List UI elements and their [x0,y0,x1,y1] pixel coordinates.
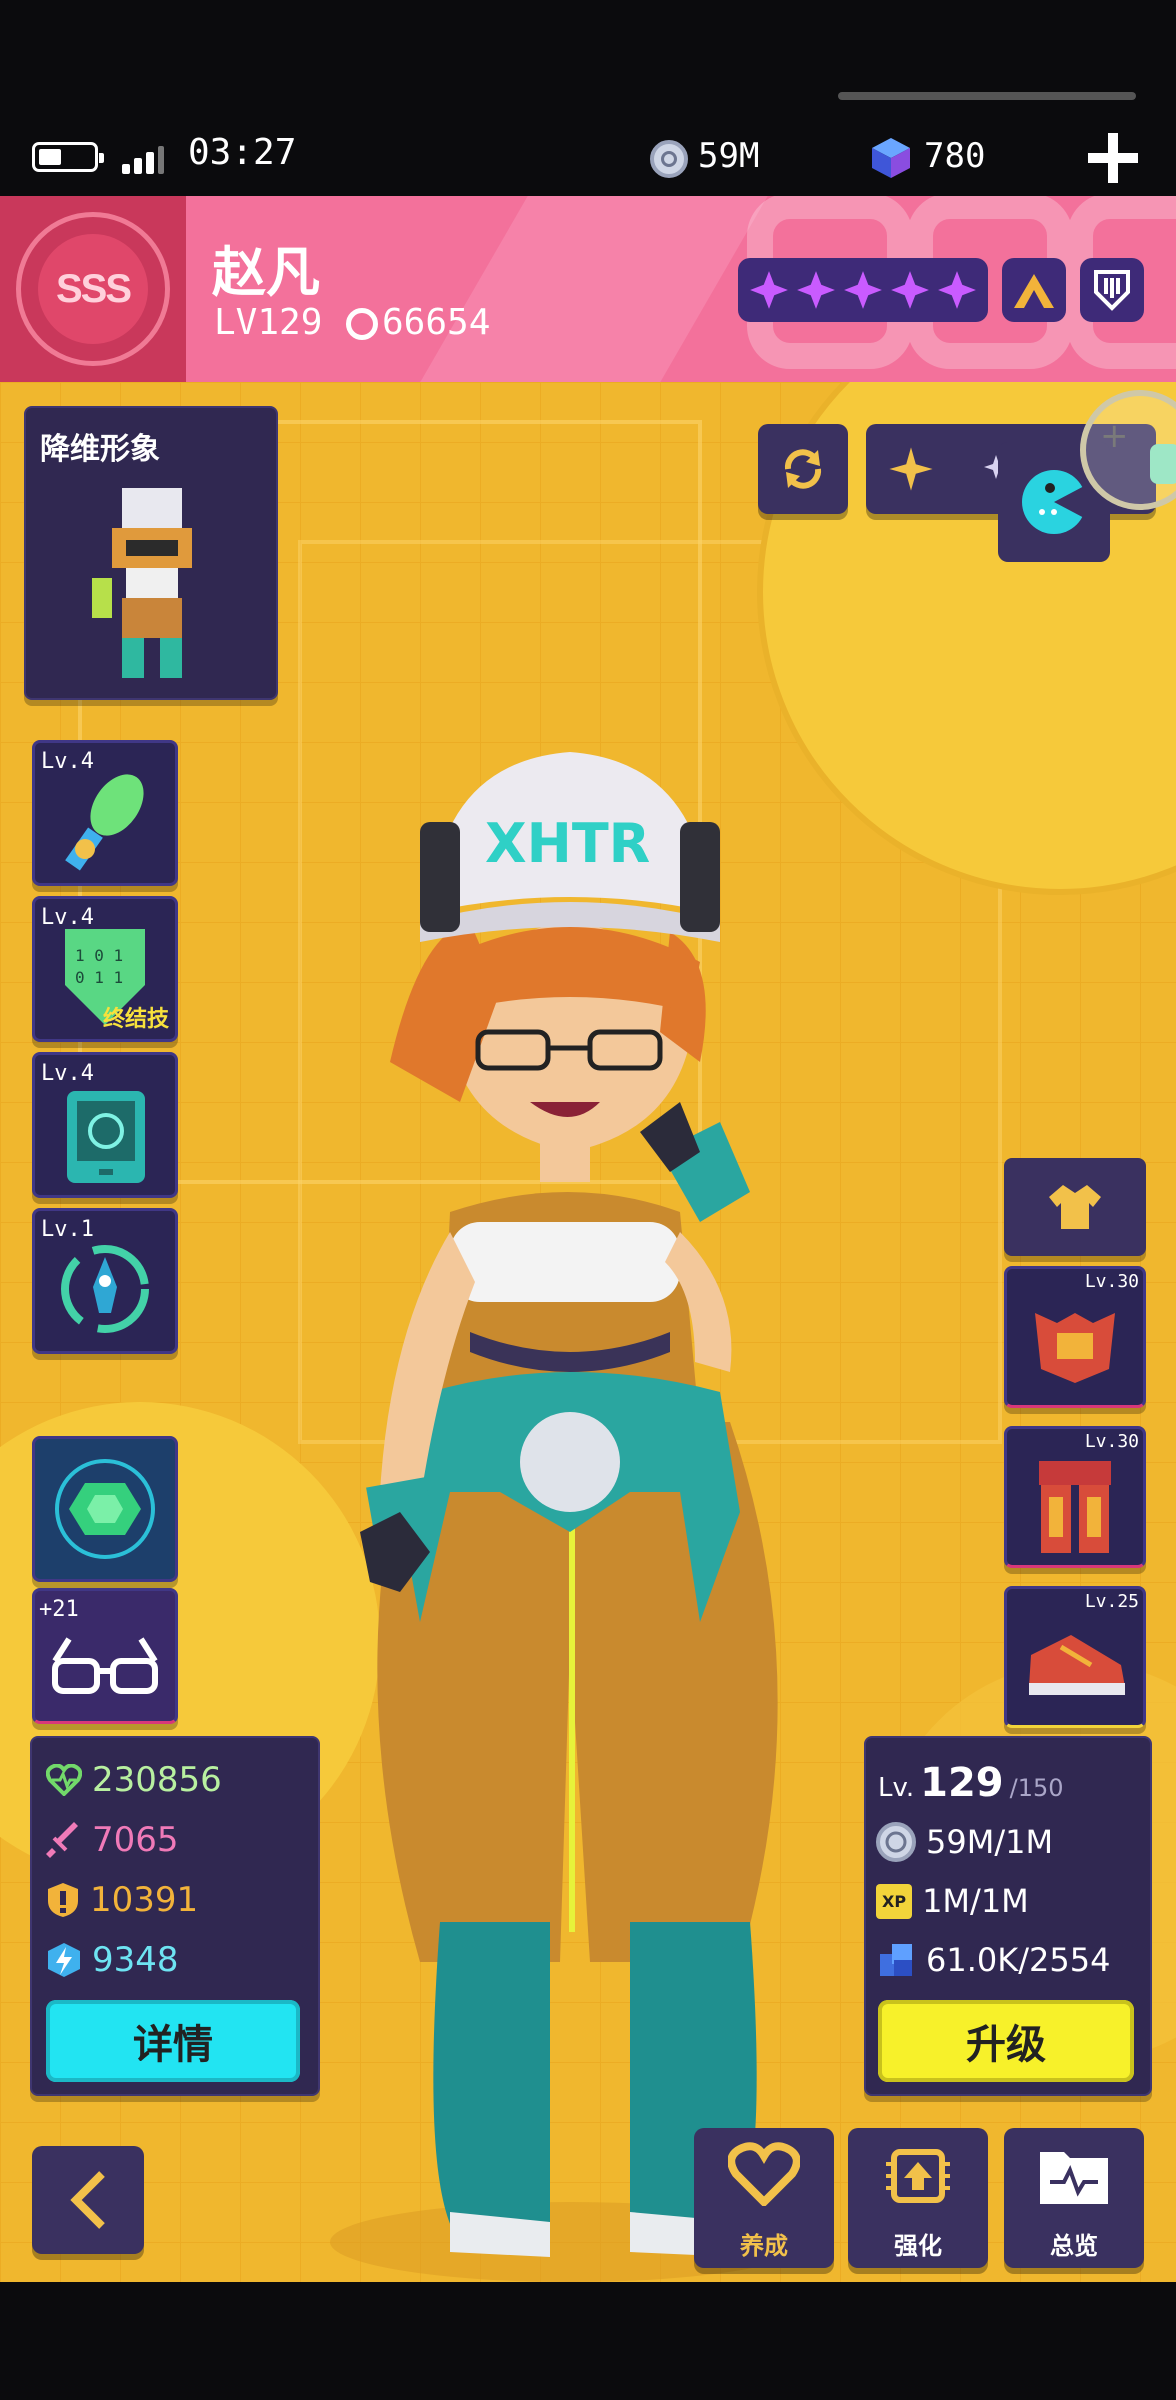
glasses-icon [52,1637,158,1694]
character-level: LV129 [214,302,323,343]
star-icon [844,271,882,309]
pacman-bubble-icon [1022,470,1088,534]
heart-icon [728,2142,800,2206]
cube-cost: 61.0K/2554 [876,1940,1110,1980]
coin-icon [876,1822,916,1862]
rank-badge: SSS [16,212,170,366]
ultimate-tag: 终结技 [102,1007,169,1032]
rocket-cycle-icon [61,1245,149,1333]
train-button[interactable]: 养成 [694,2128,834,2268]
equipment-chest-slot[interactable]: Lv.30 [1004,1266,1146,1408]
train-label: 养成 [740,2232,788,2260]
battery-icon [32,142,104,172]
star-rating [738,258,988,322]
upgrade-button[interactable]: 升级 [878,2000,1134,2082]
energy-stat: 9348 [46,1940,179,1980]
skill-slot-1[interactable]: Lv.4 [32,740,178,886]
coin-cost: 59M/1M [876,1822,1053,1862]
chevron-left-icon [70,2171,105,2229]
overview-label: 总览 [1050,2232,1098,2260]
faction-badge-button[interactable] [1080,258,1144,322]
character-stage: 降维形象 + Lv.4 Lv.4 1 0 1 0 1 1 终结技 Lv.4 Lv… [0,382,1176,2282]
skill-slot-2[interactable]: Lv.4 1 0 1 0 1 1 终结技 [32,896,178,1042]
attack-stat: 7065 [46,1820,179,1860]
blue-cubes-icon [880,1944,912,1976]
minus-icon [1150,444,1176,484]
sparkle-icon [889,447,933,491]
signal-icon [122,144,164,174]
pixel-portrait-panel[interactable]: 降维形象 [24,406,278,700]
shirt-icon [1049,1185,1101,1229]
equipment-legs-slot[interactable]: Lv.30 [1004,1426,1146,1568]
refresh-icon [784,449,822,489]
pixel-character-icon [92,488,192,678]
upgrade-panel: Lv. 129 /150 59M/1M XP 1M/1M 61.0K/2554 … [864,1736,1152,2096]
portrait-title: 降维形象 [40,432,160,467]
folder-pulse-icon [1040,2152,1108,2204]
character-name: 赵凡 [212,241,320,304]
leg-armor-icon [1039,1461,1111,1553]
skill-slot-4[interactable]: Lv.1 [32,1208,178,1354]
accessory-level: +21 [39,1597,79,1622]
overview-button[interactable]: 总览 [1004,2128,1144,2268]
sneaker-icon [1029,1635,1125,1695]
star-icon [937,271,976,309]
sword-icon [46,1822,78,1858]
xp-chip-icon: XP [876,1883,913,1919]
tablet-device-icon [67,1091,145,1183]
energy-sword-icon [65,774,144,871]
gems-value: 780 [924,136,986,176]
coin-icon [650,140,688,178]
sparkle-button[interactable] [866,424,956,514]
detail-button[interactable]: 详情 [46,2000,300,2082]
gem-cube-icon [870,136,912,180]
equipment-outfit-button[interactable] [1004,1158,1146,1256]
peak-icon [1014,274,1054,308]
accessory-slot-glasses[interactable]: +21 [32,1588,178,1724]
back-button[interactable] [32,2146,144,2254]
svg-text:XHTR: XHTR [485,812,650,875]
stats-panel: 230856 7065 10391 9348 详情 [30,1736,320,2096]
accessory-slot-gem[interactable] [32,1436,178,1582]
star-icon [890,271,929,309]
heart-pulse-icon [46,1764,82,1796]
class-badge-button[interactable] [1002,258,1066,322]
plus-icon: + [1100,416,1129,456]
star-icon [797,271,836,309]
equipment-level: Lv.25 [1084,1591,1139,1612]
bottom-safe-area [0,2282,1176,2400]
enhance-label: 强化 [894,2232,942,2260]
chip-upgrade-icon [886,2149,950,2203]
drag-handle[interactable] [838,92,1136,100]
star-icon [750,271,789,309]
hp-stat: 230856 [46,1760,222,1800]
green-gem-icon [55,1459,155,1559]
rotate-button[interactable] [758,424,848,514]
defense-stat: 10391 [46,1880,198,1920]
equipment-level: Lv.30 [1084,1431,1139,1452]
character-header: SSS 赵凡 LV129 66654 [0,196,1176,382]
xp-cost: XP 1M/1M [876,1882,1029,1920]
skill-slot-3[interactable]: Lv.4 [32,1052,178,1198]
character-illustration: XHTR [330,752,810,2282]
enhance-button[interactable]: 强化 [848,2128,988,2268]
add-currency-button[interactable] [1088,133,1138,183]
shield-emblem-icon [1094,270,1130,311]
svg-text:0 1 1: 0 1 1 [75,968,123,987]
defense-shield-icon [48,1883,78,1917]
skill-level: Lv.4 [41,1061,94,1086]
equipment-shoes-slot[interactable]: Lv.25 [1004,1586,1146,1728]
power-icon [346,308,378,340]
equipment-level: Lv.30 [1084,1271,1139,1292]
clock: 03:27 [188,132,297,173]
chest-armor-icon [1035,1313,1115,1383]
status-bar: 03:27 59M 780 [0,0,1176,196]
lightning-icon [48,1943,80,1977]
svg-text:1 0 1: 1 0 1 [75,946,123,965]
power-value: 66654 [382,302,491,343]
coins-value: 59M [698,136,760,176]
level-display: Lv. 129 /150 [878,1760,1064,1806]
